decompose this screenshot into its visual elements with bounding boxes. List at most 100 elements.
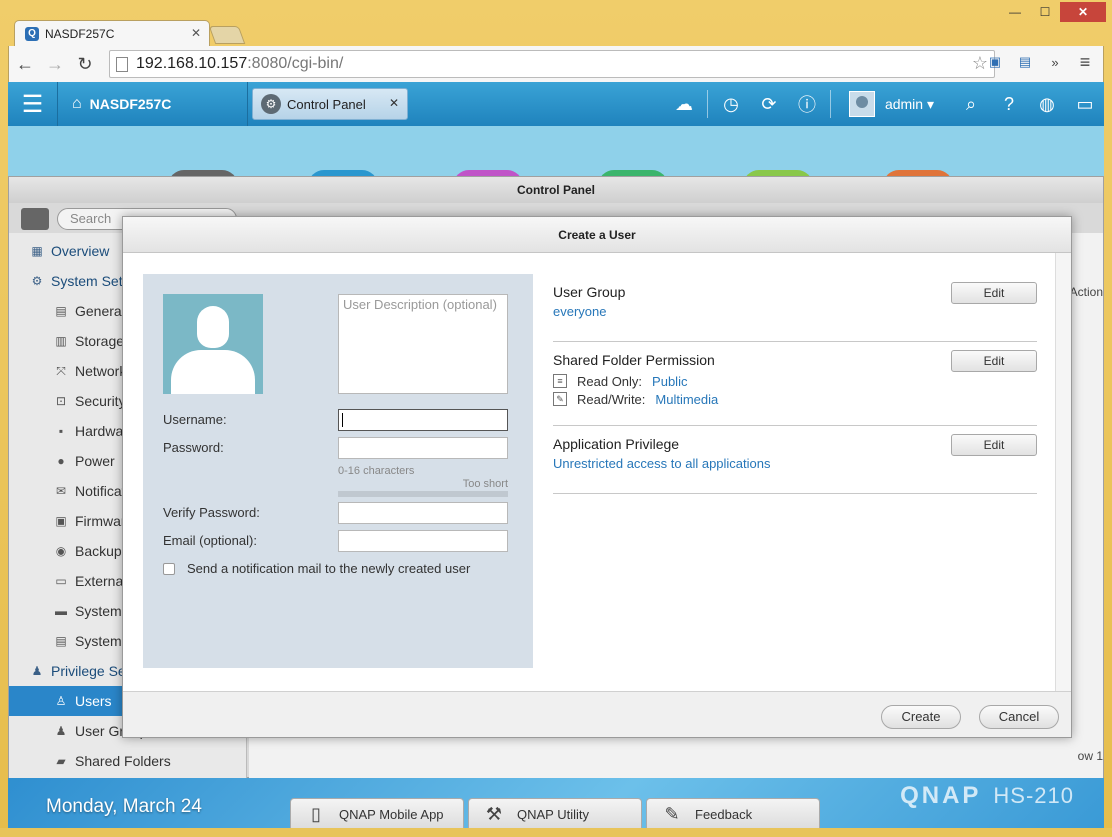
user-group-link[interactable]: everyone: [553, 304, 1037, 319]
model-text: HS-210: [993, 783, 1074, 808]
new-tab-button[interactable]: [208, 26, 246, 44]
user-menu[interactable]: admin ▾: [885, 96, 934, 113]
grid-icon: ▦: [31, 244, 43, 258]
screen-extension-icon[interactable]: ▤: [1015, 52, 1035, 72]
hardware-icon: ▪: [58, 424, 64, 438]
verify-password-field[interactable]: [338, 502, 508, 524]
desktop-icon[interactable]: ▭: [1066, 82, 1104, 126]
dialog-body: User Description (optional) Username: Pa…: [123, 253, 1057, 691]
main-menu-icon[interactable]: ☰: [8, 82, 58, 126]
reload-icon[interactable]: ↻: [71, 50, 99, 78]
edit-user-group-button[interactable]: Edit: [951, 282, 1037, 304]
dialog-footer: Create Cancel: [123, 691, 1071, 737]
sidebar-item-label: Shared Folders: [75, 753, 171, 769]
qnap-utility-button[interactable]: ⚒ QNAP Utility: [468, 798, 642, 828]
browser-window: Q NASDF257C ✕ — ☐ ✕ ← → ↻ 192.168.10.157…: [0, 0, 1112, 837]
language-icon[interactable]: ◍: [1028, 82, 1066, 126]
email-field[interactable]: [338, 530, 508, 552]
shared-folder-section: Shared Folder Permission ≡ Read Only: Pu…: [553, 342, 1037, 426]
sidebar-toggle-icon[interactable]: [21, 208, 49, 230]
browser-tab[interactable]: Q NASDF257C ✕: [14, 20, 210, 46]
username-field[interactable]: [338, 409, 508, 431]
app-privilege-link[interactable]: Unrestricted access to all applications: [553, 456, 1037, 471]
feedback-button[interactable]: ✎ Feedback: [646, 798, 820, 828]
control-panel-task-tab[interactable]: ⚙ Control Panel ✕: [252, 88, 408, 120]
user-avatar-icon[interactable]: [163, 294, 263, 394]
cancel-button[interactable]: Cancel: [979, 705, 1059, 729]
control-panel-title: Control Panel: [9, 177, 1103, 203]
background-tasks-icon[interactable]: ◷: [712, 82, 750, 126]
shared-folder-icon: ▰: [56, 754, 66, 768]
username-label: Username:: [163, 412, 227, 427]
more-extensions-icon[interactable]: »: [1045, 52, 1065, 72]
qnap-logo: QNAP HS-210: [900, 782, 1074, 810]
notify-checkbox-label: Send a notification mail to the newly cr…: [187, 561, 471, 576]
notify-checkbox-row[interactable]: Send a notification mail to the newly cr…: [163, 561, 470, 576]
user-icon: ♙: [55, 694, 67, 708]
password-label: Password:: [163, 440, 224, 455]
user-group-section: User Group everyone Edit: [553, 274, 1037, 342]
topbar-actions: ☁ ◷ ⟳ ⓘ admin ▾ ⌕ ? ◍ ▭: [665, 82, 1104, 126]
info-icon[interactable]: ⓘ: [788, 82, 826, 126]
help-icon[interactable]: ?: [990, 82, 1028, 126]
url-path: :8080/cgi-bin/: [247, 55, 344, 72]
user-description-field[interactable]: User Description (optional): [338, 294, 508, 394]
edit-app-privilege-button[interactable]: Edit: [951, 434, 1037, 456]
minimize-button[interactable]: —: [1000, 2, 1030, 22]
browser-menu-icon[interactable]: ≡: [1075, 52, 1095, 72]
forward-icon[interactable]: →: [41, 50, 69, 78]
sidebar-item-label: Power: [75, 453, 115, 469]
password-field[interactable]: [338, 437, 508, 459]
avatar[interactable]: [848, 91, 875, 117]
window-close-button[interactable]: ✕: [1060, 2, 1106, 22]
read-write-row: ✎ Read/Write: Multimedia: [553, 390, 1037, 408]
sidebar-item-label: Users: [75, 693, 112, 709]
read-write-link[interactable]: Multimedia: [655, 392, 718, 407]
taskbar: Monday, March 24 ▯ QNAP Mobile App ⚒ QNA…: [8, 778, 1104, 828]
phone-icon: ▯: [311, 803, 321, 824]
avatar-head: [197, 306, 229, 348]
read-only-row: ≡ Read Only: Public: [553, 372, 1037, 390]
topbar-divider: [829, 90, 831, 118]
sidebar-item[interactable]: ▰ Shared Folders: [9, 746, 247, 776]
edit-shared-folder-button[interactable]: Edit: [951, 350, 1037, 372]
read-only-link[interactable]: Public: [652, 374, 687, 389]
page-icon: [116, 56, 128, 72]
notify-checkbox[interactable]: [163, 562, 175, 575]
close-tab-icon[interactable]: ✕: [191, 26, 201, 40]
privilege-panel: User Group everyone Edit Shared Folder P…: [553, 274, 1037, 534]
close-task-icon[interactable]: ✕: [389, 96, 399, 110]
sidebar-item-label: Network: [75, 363, 127, 379]
browser-tab-title: NASDF257C: [45, 26, 115, 41]
sync-icon[interactable]: ⟳: [750, 82, 788, 126]
search-icon[interactable]: ⌕: [952, 82, 990, 126]
external-device-icon: ▭: [55, 574, 67, 588]
read-only-label: Read Only:: [577, 373, 643, 389]
person-icon: ♟: [31, 664, 43, 678]
qnap-mobile-app-button[interactable]: ▯ QNAP Mobile App: [290, 798, 464, 828]
date-display: Monday, March 24: [46, 796, 202, 817]
general-icon: ▤: [55, 304, 67, 318]
home-button[interactable]: ⌂ NASDF257C: [58, 82, 248, 126]
dialog-scrollbar[interactable]: [1055, 253, 1071, 691]
maximize-button[interactable]: ☐: [1030, 2, 1060, 22]
hammer-icon: ⚒: [485, 803, 503, 824]
back-icon[interactable]: ←: [11, 50, 39, 78]
gear-icon: ⚙: [261, 94, 281, 114]
firmware-icon: ▣: [55, 514, 67, 528]
cloud-icon[interactable]: ☁: [665, 82, 703, 126]
window-controls: — ☐ ✕: [1000, 2, 1106, 22]
browser-tabstrip: Q NASDF257C ✕ — ☐ ✕: [0, 0, 1112, 46]
address-bar[interactable]: 192.168.10.157:8080/cgi-bin/ ☆: [109, 50, 995, 78]
storage-icon: ▥: [55, 334, 67, 348]
lock-icon: ⊡: [55, 394, 67, 408]
create-button[interactable]: Create: [881, 705, 961, 729]
task-button-label: QNAP Mobile App: [339, 806, 444, 822]
folder-extension-icon[interactable]: ▣: [985, 52, 1005, 72]
feedback-icon: ✎: [664, 803, 680, 824]
pagination-text: ow 1: [1077, 749, 1103, 763]
app-privilege-section: Application Privilege Unrestricted acces…: [553, 426, 1037, 494]
task-tab-label: Control Panel: [287, 96, 366, 112]
url-host: 192.168.10.157: [136, 55, 248, 72]
password-strength-bar: [338, 491, 508, 497]
